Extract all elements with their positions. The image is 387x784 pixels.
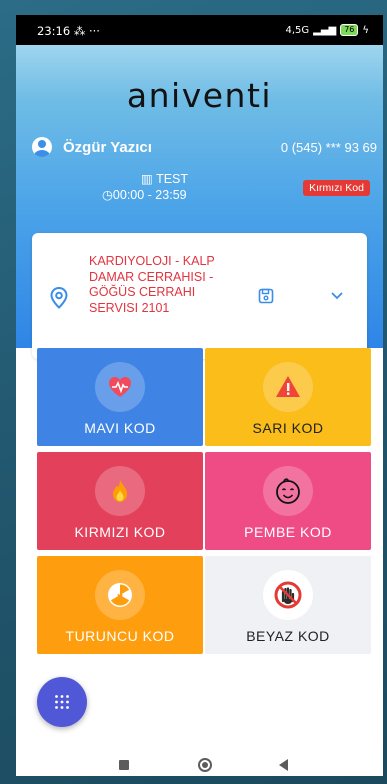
code-tile-turuncu[interactable]: TURUNCU KOD (37, 556, 203, 654)
department-card[interactable]: KARDIYOLOJI - KALP DAMAR CERRAHISI - GÖĞ… (32, 233, 367, 359)
android-nav-bar (16, 735, 383, 776)
stop-hand-icon (274, 581, 302, 609)
location-label: ▥ TEST (141, 172, 189, 186)
code-label: BEYAZ KOD (246, 628, 330, 644)
user-phone: 0 (545) *** 93 69 (280, 140, 377, 155)
icon-circle (263, 362, 313, 412)
code-tile-sari[interactable]: SARI KOD (205, 348, 371, 446)
code-label: KIRMIZI KOD (74, 524, 166, 540)
charging-icon: ϟ (362, 24, 369, 36)
icon-circle (263, 570, 313, 620)
code-tile-kirmizi[interactable]: KIRMIZI KOD (37, 452, 203, 550)
user-name: Özgür Yazıcı (63, 138, 152, 156)
working-hours: ◷00:00 - 23:59 (102, 188, 187, 202)
back-button[interactable] (279, 759, 288, 771)
status-icons: 4,5G ▂▄▆ 76 ϟ (285, 24, 369, 36)
signal-icon: ▂▄▆ (313, 24, 337, 36)
status-time: 23:16 ⁂ ··· (37, 24, 100, 38)
code-status-badge: Kırmızı Kod (303, 180, 370, 196)
avatar-icon[interactable] (32, 137, 52, 157)
icon-circle (263, 466, 313, 516)
building-icon: ▥ (141, 172, 153, 186)
icon-circle (95, 570, 145, 620)
save-icon[interactable] (258, 288, 274, 304)
radiation-icon (108, 583, 132, 607)
department-name: KARDIYOLOJI - KALP DAMAR CERRAHISI - GÖĞ… (89, 254, 215, 315)
fire-icon (113, 480, 127, 502)
location-pin-icon (50, 287, 68, 309)
user-row: Özgür Yazıcı (32, 137, 152, 157)
grid-dots-icon (55, 695, 69, 709)
code-label: TURUNCU KOD (65, 628, 175, 644)
code-tile-beyaz[interactable]: BEYAZ KOD (205, 556, 371, 654)
chevron-down-icon[interactable] (330, 291, 344, 301)
code-grid: MAVI KOD SARI KOD KIRMIZI KOD PEMBE KOD … (37, 348, 371, 658)
code-label: MAVI KOD (84, 420, 156, 436)
code-tile-pembe[interactable]: PEMBE KOD (205, 452, 371, 550)
status-bar: 23:16 ⁂ ··· 4,5G ▂▄▆ 76 ϟ (16, 15, 383, 45)
menu-fab-button[interactable] (37, 677, 87, 727)
network-label: 4,5G (285, 24, 310, 36)
header-panel: aniventi Özgür Yazıcı 0 (545) *** 93 69 … (16, 45, 383, 359)
icon-circle (95, 466, 145, 516)
clock-icon: ◷ (102, 188, 113, 202)
home-button[interactable] (198, 758, 212, 772)
baby-face-icon (276, 478, 300, 504)
warning-icon (276, 376, 300, 397)
heart-pulse-icon (109, 377, 131, 397)
recents-button[interactable] (119, 760, 129, 770)
battery-icon: 76 (340, 24, 359, 36)
code-tile-mavi[interactable]: MAVI KOD (37, 348, 203, 446)
code-label: PEMBE KOD (244, 524, 332, 540)
code-label: SARI KOD (252, 420, 324, 436)
app-logo: aniventi (126, 76, 273, 115)
phone-screen: 23:16 ⁂ ··· 4,5G ▂▄▆ 76 ϟ aniventi Özgür… (16, 15, 383, 776)
icon-circle (95, 362, 145, 412)
